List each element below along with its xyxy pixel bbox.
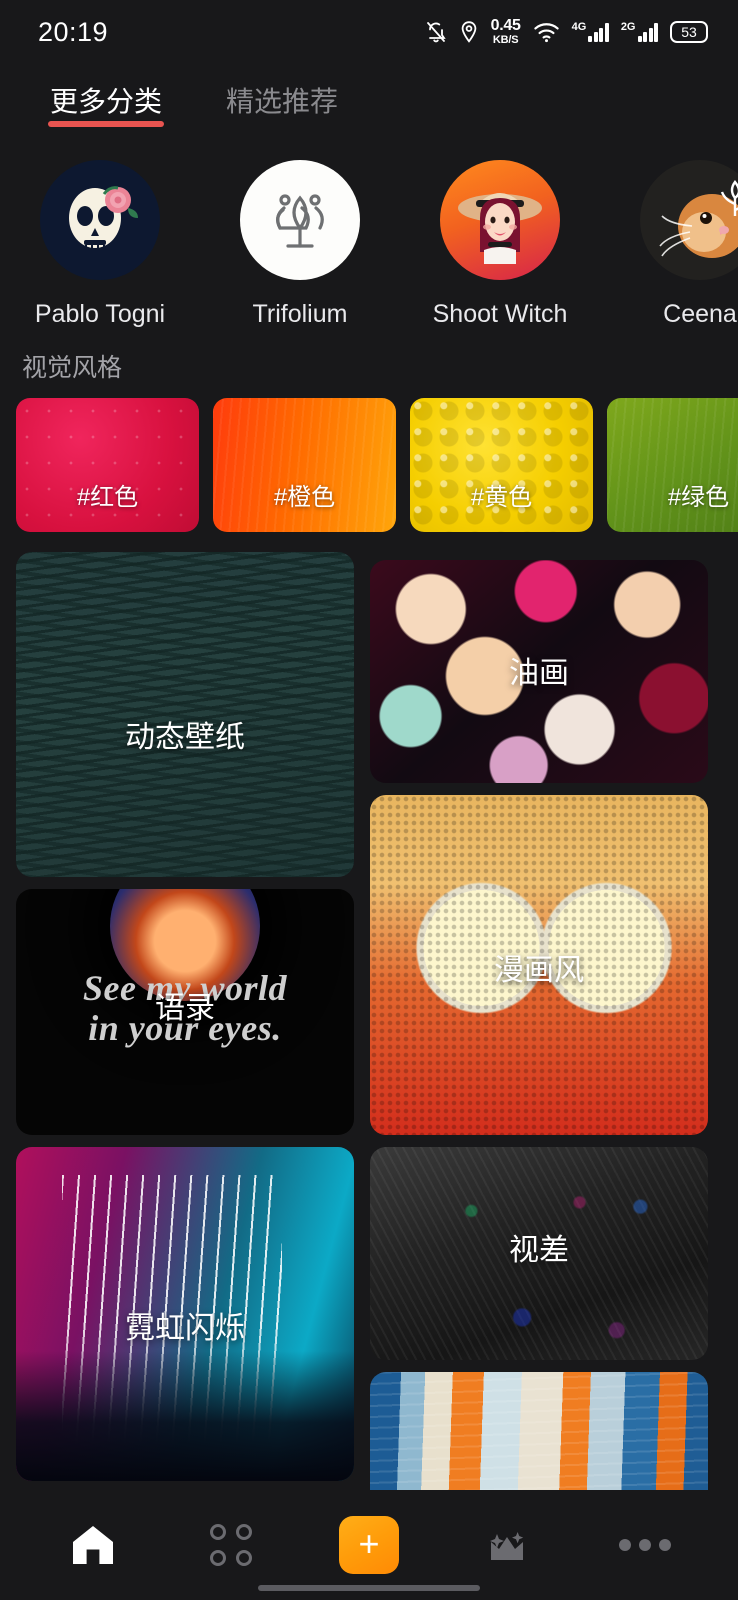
tab-active-underline bbox=[48, 121, 165, 127]
section-title-visual-style: 视觉风格 bbox=[22, 354, 123, 382]
category-card-label: 霓虹闪烁 bbox=[125, 1312, 245, 1345]
nav-item-create[interactable]: + bbox=[327, 1513, 411, 1577]
skull-rose-avatar bbox=[40, 160, 160, 280]
color-chip-label: #橙色 bbox=[273, 484, 336, 511]
cat-avatar bbox=[640, 160, 738, 280]
nav-item-categories[interactable] bbox=[189, 1513, 273, 1577]
city-silhouette-decoration bbox=[16, 1351, 354, 1481]
tab-bar: 更多分类 精选推荐 bbox=[0, 64, 738, 136]
category-card-label: 语录 bbox=[155, 992, 215, 1025]
wifi-icon bbox=[533, 21, 560, 43]
battery-indicator: 53 bbox=[670, 21, 708, 43]
nav-item-vip[interactable] bbox=[465, 1513, 549, 1577]
category-card-label: 视差 bbox=[509, 1234, 569, 1267]
network-speed-indicator: 0.45 KB/S bbox=[490, 17, 521, 46]
signal-2g-icon: 2G bbox=[621, 21, 658, 42]
category-card-parallax[interactable]: 视差 bbox=[370, 1147, 708, 1360]
creator-item-pablo-togni[interactable]: Pablo Togni bbox=[35, 160, 165, 350]
plus-icon[interactable]: + bbox=[339, 1516, 399, 1574]
category-card-neon-flicker[interactable]: 霓虹闪烁 bbox=[16, 1147, 354, 1481]
status-bar: 20:19 0.45 KB/S 4G 2G 53 bbox=[0, 0, 738, 64]
category-card-comic-style[interactable]: 漫画风 bbox=[370, 795, 708, 1135]
color-chip-yellow[interactable]: #黄色 bbox=[410, 398, 593, 532]
creator-name: Pablo Togni bbox=[34, 300, 166, 328]
category-card-oil-painting[interactable]: 油画 bbox=[370, 560, 708, 783]
creator-item-ceena[interactable]: Ceena bbox=[640, 160, 738, 350]
signal-4g-icon: 4G bbox=[572, 21, 609, 42]
category-card-label: 油画 bbox=[509, 657, 569, 690]
location-pin-icon bbox=[459, 20, 479, 44]
color-chip-label: #绿色 bbox=[667, 484, 730, 511]
status-bar-clock: 20:19 bbox=[38, 16, 109, 47]
creator-item-shoot-witch[interactable]: Shoot Witch bbox=[433, 160, 567, 350]
witch-girl-avatar bbox=[440, 160, 560, 280]
tab-label: 更多分类 bbox=[50, 86, 163, 117]
bell-off-icon bbox=[425, 20, 447, 44]
lotus-avatar bbox=[240, 160, 360, 280]
color-chip-orange[interactable]: #橙色 bbox=[213, 398, 396, 532]
status-bar-icons: 0.45 KB/S 4G 2G 53 bbox=[425, 18, 708, 46]
plus-glyph: + bbox=[358, 1522, 380, 1564]
creator-name: Shoot Witch bbox=[432, 300, 568, 328]
crown-sparkle-icon bbox=[482, 1520, 532, 1571]
category-grid[interactable]: 动态壁纸 油画 See my world in your eyes. 语录 漫画… bbox=[0, 548, 738, 1578]
creator-name: Ceena bbox=[663, 300, 737, 328]
home-icon bbox=[73, 1526, 113, 1564]
color-chip-green[interactable]: #绿色 bbox=[607, 398, 738, 532]
nav-item-home[interactable] bbox=[51, 1513, 135, 1577]
color-chip-label: #红色 bbox=[76, 484, 139, 511]
category-card-live-wallpaper[interactable]: 动态壁纸 bbox=[16, 552, 354, 877]
category-card-label: 动态壁纸 bbox=[125, 721, 245, 754]
nav-item-more[interactable] bbox=[603, 1513, 687, 1577]
tab-more-categories[interactable]: 更多分类 bbox=[34, 64, 178, 136]
tab-featured[interactable]: 精选推荐 bbox=[210, 64, 354, 136]
creator-name: Trifolium bbox=[252, 300, 348, 328]
category-card-label: 漫画风 bbox=[494, 954, 584, 987]
gesture-home-indicator[interactable] bbox=[258, 1585, 480, 1591]
creator-list[interactable]: Pablo Togni Trifolium Shoot Witch Ceena bbox=[0, 160, 738, 350]
grid-four-circles-icon bbox=[210, 1524, 252, 1566]
tab-active-underline bbox=[224, 121, 340, 127]
color-chip-red[interactable]: #红色 bbox=[16, 398, 199, 532]
bottom-navigation-bar: + bbox=[0, 1490, 738, 1600]
color-chip-label: #黄色 bbox=[470, 484, 533, 511]
tab-label: 精选推荐 bbox=[226, 86, 339, 117]
app-screen: 20:19 0.45 KB/S 4G 2G 53 更多分类 精选推荐 Pablo… bbox=[0, 0, 738, 1600]
color-chip-list[interactable]: #红色 #橙色 #黄色 #绿色 bbox=[0, 398, 738, 532]
three-dots-icon bbox=[619, 1539, 671, 1551]
category-card-quotes[interactable]: See my world in your eyes. 语录 bbox=[16, 889, 354, 1135]
creator-item-trifolium[interactable]: Trifolium bbox=[240, 160, 360, 350]
